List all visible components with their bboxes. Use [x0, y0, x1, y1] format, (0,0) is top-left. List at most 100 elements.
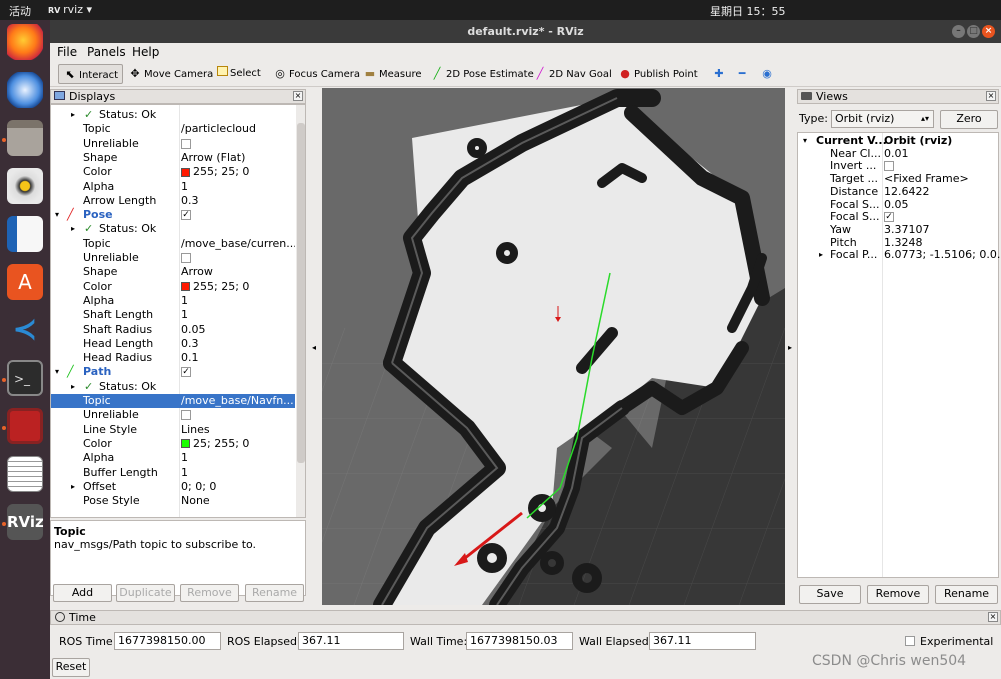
vscode-icon[interactable]: ≺ — [7, 312, 43, 348]
checkbox[interactable]: ✓ — [884, 212, 894, 223]
writer-icon[interactable] — [7, 216, 43, 252]
views-tree[interactable]: ▾ Current V... Orbit (rviz) Near Cl... 0.01 I… — [797, 132, 1001, 578]
display-row[interactable]: Unreliable — [51, 408, 295, 422]
display-row[interactable]: Color 255; 25; 0 — [51, 280, 295, 294]
display-row[interactable]: Alpha 1 — [51, 180, 295, 194]
display-row[interactable]: Shaft Length 1 — [51, 308, 295, 322]
property-value[interactable]: /move_base/curren... — [181, 237, 295, 251]
property-value[interactable] — [181, 408, 295, 422]
text-editor-icon[interactable] — [7, 456, 43, 492]
view-property-row[interactable]: Distance 12.6422 — [798, 185, 998, 199]
property-value[interactable]: 255; 25; 0 — [181, 280, 295, 294]
focus-camera-tool[interactable]: ◎ Focus Camera — [271, 64, 360, 84]
displays-scrollbar[interactable] — [296, 105, 305, 517]
expand-arrow-icon[interactable]: ▸ — [71, 108, 75, 122]
property-value[interactable]: 255; 25; 0 — [181, 165, 295, 179]
checkbox[interactable] — [884, 161, 894, 172]
display-row[interactable]: ▸ ✓ Status: Ok — [51, 380, 295, 394]
remove-display-button[interactable]: Remove — [180, 584, 239, 602]
display-row[interactable]: Topic/move_base/Navfn... — [51, 394, 295, 409]
view-property-row[interactable]: Focal S... ✓ — [798, 211, 998, 224]
property-value[interactable]: 1 — [181, 180, 295, 194]
expand-arrow-icon[interactable]: ▾ — [55, 208, 59, 222]
display-row[interactable]: ▸ ✓ Status: Ok — [51, 108, 295, 122]
thunderbird-icon[interactable] — [7, 72, 43, 108]
left-splitter[interactable]: ◂ — [308, 88, 322, 605]
display-row[interactable]: ▾ ╱ Path ✓ — [51, 365, 295, 379]
property-value[interactable]: None — [181, 494, 295, 508]
property-value[interactable]: 0.05 — [181, 323, 295, 337]
property-value[interactable]: 1 — [181, 294, 295, 308]
software-center-icon[interactable]: A — [7, 264, 43, 300]
display-row[interactable]: ▾ ╱ Pose ✓ — [51, 208, 295, 222]
display-row[interactable]: Buffer Length 1 — [51, 466, 295, 480]
view-property-row[interactable]: Target ... <Fixed Frame> — [798, 173, 998, 186]
display-row[interactable]: Pose Style None — [51, 494, 295, 508]
maximize-button[interactable]: □ — [967, 25, 980, 38]
remove-view-button[interactable]: Remove — [867, 585, 929, 604]
display-row[interactable]: ▸ ✓ Status: Ok — [51, 222, 295, 236]
rename-view-button[interactable]: Rename — [935, 585, 998, 604]
nav-goal-tool[interactable]: ╱ 2D Nav Goal — [531, 64, 612, 84]
display-row[interactable]: Color 255; 25; 0 — [51, 165, 295, 179]
display-row[interactable]: Arrow Length 0.3 — [51, 194, 295, 208]
select-tool[interactable]: Select — [215, 64, 261, 84]
view-property-row[interactable]: Yaw 3.37107 — [798, 223, 998, 237]
zero-button[interactable]: Zero — [940, 110, 998, 129]
rviz-icon[interactable]: RViz — [7, 504, 44, 540]
property-value[interactable]: 1 — [181, 466, 295, 480]
add-display-button[interactable]: Add — [53, 584, 112, 602]
display-row[interactable]: Shape Arrow (Flat) — [51, 151, 295, 165]
property-value[interactable]: Arrow — [181, 265, 295, 279]
rhythmbox-icon[interactable] — [7, 168, 43, 204]
close-button[interactable]: × — [982, 25, 995, 38]
view-type-select[interactable]: Orbit (rviz) ▴▾ — [831, 110, 934, 128]
property-value[interactable]: Lines — [181, 423, 295, 437]
property-value[interactable]: ✓ — [181, 208, 295, 222]
clock[interactable]: 星期日 15：55 — [710, 3, 786, 19]
close-panel-icon[interactable]: × — [293, 91, 303, 101]
right-splitter[interactable]: ▸ — [785, 88, 797, 605]
property-value[interactable]: Arrow (Flat) — [181, 151, 295, 165]
display-row[interactable]: Head Radius 0.1 — [51, 351, 295, 365]
property-value[interactable]: 0; 0; 0 — [181, 480, 295, 494]
files-icon[interactable] — [7, 120, 43, 156]
render-viewport[interactable] — [322, 88, 785, 605]
expand-arrow-icon[interactable]: ▾ — [803, 135, 807, 147]
property-value[interactable] — [181, 251, 295, 265]
expand-arrow-icon[interactable]: ▸ — [71, 380, 75, 394]
menu-panels[interactable]: Panels — [87, 45, 126, 59]
checkbox[interactable]: ✓ — [181, 210, 191, 221]
view-property-row[interactable]: ▾ Current V... Orbit (rviz) — [798, 135, 998, 148]
checkbox[interactable] — [181, 410, 191, 421]
ros-time-field[interactable]: 1677398150.00 — [114, 632, 221, 650]
app-menu[interactable]: RV rviz ▾ — [48, 3, 92, 16]
property-value[interactable]: ✓ — [181, 365, 295, 379]
display-row[interactable]: ▸ Offset 0; 0; 0 — [51, 480, 295, 494]
property-value[interactable]: 0.1 — [181, 351, 295, 365]
property-value[interactable] — [181, 137, 295, 151]
displays-tree[interactable]: ▸ ✓ Status: Ok Topic/particlecloud Unreliabl… — [50, 104, 306, 518]
expand-arrow-icon[interactable]: ▸ — [71, 480, 75, 494]
close-panel-icon[interactable]: × — [986, 91, 996, 101]
save-view-button[interactable]: Save — [799, 585, 861, 604]
checkbox[interactable] — [181, 138, 191, 149]
expand-arrow-icon[interactable]: ▸ — [71, 222, 75, 236]
experimental-checkbox[interactable] — [905, 636, 915, 646]
reset-button[interactable]: Reset — [52, 658, 90, 677]
property-value[interactable]: /particlecloud — [181, 122, 295, 136]
activities-button[interactable]: 活动 — [9, 3, 31, 19]
rename-display-button[interactable]: Rename — [245, 584, 304, 602]
publish-point-tool[interactable]: ● Publish Point — [616, 64, 697, 84]
terminal-icon[interactable]: >_ — [7, 360, 43, 396]
wall-time-field[interactable]: 1677398150.03 — [466, 632, 573, 650]
display-row[interactable]: Topic/move_base/curren... — [51, 237, 295, 251]
checkbox[interactable] — [181, 253, 191, 263]
duplicate-display-button[interactable]: Duplicate — [116, 584, 175, 602]
minimize-button[interactable]: – — [952, 25, 965, 38]
interact-tool[interactable]: ⬉ Interact — [58, 64, 124, 84]
app-red-icon[interactable] — [7, 408, 43, 444]
firefox-icon[interactable] — [7, 24, 43, 60]
display-row[interactable]: Color 25; 255; 0 — [51, 437, 295, 451]
property-value[interactable]: 0.3 — [181, 337, 295, 351]
